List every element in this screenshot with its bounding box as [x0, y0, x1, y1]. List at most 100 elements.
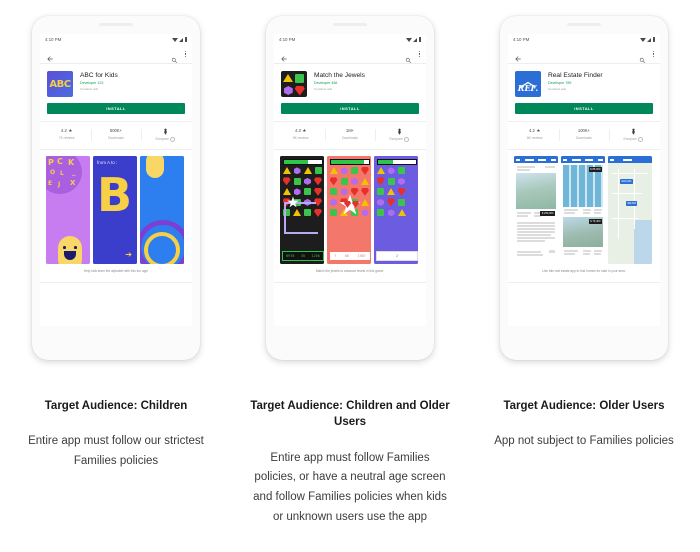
back-arrow-icon[interactable]	[514, 50, 522, 62]
stat-downloads: 100K+ Downloads	[559, 128, 608, 142]
screenshot-2[interactable]: from A to : B ➔	[93, 156, 137, 265]
back-arrow-icon[interactable]	[280, 50, 288, 62]
install-area: INSTALL	[274, 101, 426, 122]
screenshot-1[interactable]: P C K O L _ E J X	[46, 156, 90, 265]
install-button[interactable]: INSTALL	[281, 103, 419, 114]
search-icon[interactable]	[171, 51, 178, 63]
column-children-and-older: 4:10 PM Match the Jewels Developer 456 C…	[234, 0, 466, 552]
moves-value: 66	[344, 254, 349, 259]
stat-rating-content: Everyone	[140, 128, 190, 143]
stat-rating-label: 9K reviews	[292, 136, 309, 141]
caption-title-children-and-older: Target Audience: Children and Older User…	[250, 400, 450, 429]
stat-content-rating-label: Everyone	[389, 137, 403, 142]
phone-screen: 4:10 PM	[40, 34, 192, 326]
battery-icon	[418, 37, 421, 42]
stat-rating-value-row: 4.2 ★	[510, 128, 559, 135]
overflow-menu-icon[interactable]	[418, 51, 420, 57]
stat-rating: 4.2 ★ 8K reviews	[510, 128, 559, 142]
real-estate-icon-text: REF.	[517, 83, 539, 93]
stat-content-rating-row: Everyone	[609, 137, 658, 143]
screenshot-3[interactable]: $120,000 $99,500	[608, 156, 652, 265]
map-toolbar	[608, 156, 652, 164]
stat-rating-value: 4.3	[295, 128, 301, 134]
screenshot-3[interactable]: 2	[374, 156, 418, 265]
app-stats: 4.2 ★ 8K reviews 100K+ Downloads Everyon…	[508, 122, 660, 151]
info-icon[interactable]	[403, 137, 410, 143]
wifi-icon	[171, 37, 178, 42]
status-icons	[405, 37, 421, 42]
caption-title-older-users: Target Audience: Older Users	[503, 400, 665, 412]
app-bar-actions	[639, 51, 654, 63]
app-title: ABC for Kids	[80, 72, 118, 79]
app-ads-note: Contains ads	[80, 87, 99, 92]
signal-icon	[179, 37, 183, 42]
map-pin-1[interactable]: $120,000	[620, 179, 633, 184]
info-icon[interactable]	[169, 137, 176, 143]
app-bar	[508, 45, 660, 64]
content-rating-icon	[609, 128, 658, 135]
app-meta: ABC for Kids Developer 123 Contains ads	[80, 71, 118, 97]
mascot-blob	[58, 236, 82, 265]
status-icons	[639, 37, 655, 42]
abc-icon-text: ABC	[49, 78, 71, 90]
column-children: 4:10 PM ABC ABC for Kids Developer 123 C…	[0, 0, 232, 552]
back-arrow-icon[interactable]	[46, 50, 54, 62]
screenshot-strip[interactable]: $ 250,000 $ 85,000 $ 76,400 $120,000 $99…	[508, 156, 660, 265]
score-bar: ? 66 1987	[329, 251, 371, 262]
wifi-icon	[639, 37, 646, 42]
status-time: 4:10 PM	[279, 37, 296, 42]
screenshot-2[interactable]: $ 85,000 $ 76,400	[561, 156, 605, 265]
stat-rating-label: 8K reviews	[526, 136, 543, 141]
app-bar-actions	[405, 51, 420, 63]
screenshot-3[interactable]	[140, 156, 184, 265]
info-icon[interactable]	[637, 137, 644, 143]
stat-downloads-label: Downloads	[342, 136, 358, 141]
screenshot-1[interactable]: $ 250,000	[514, 156, 558, 265]
listing-price-2: $ 76,400	[588, 219, 602, 224]
app-bar-actions	[171, 51, 186, 63]
stat-rating-value: 4.2	[529, 128, 535, 134]
stat-downloads-value: 500K+	[109, 128, 123, 134]
points-value: 1987	[357, 254, 366, 259]
install-button[interactable]: INSTALL	[515, 103, 653, 114]
app-developer[interactable]: Developer 789	[548, 81, 603, 86]
families-policy-diagram: 4:10 PM ABC ABC for Kids Developer 123 C…	[0, 0, 700, 552]
stat-content-rating-label: Everyone	[623, 137, 637, 142]
screenshot-strip[interactable]: 6978 35 1256 ? 66 1987 2	[274, 156, 426, 265]
screenshot-2[interactable]: ? 66 1987	[327, 156, 371, 265]
content-rating-icon	[375, 128, 424, 135]
app-meta: Real Estate Finder Developer 789 Contain…	[548, 71, 603, 97]
next-arrow-icon[interactable]: ➔	[125, 250, 132, 259]
overflow-menu-icon[interactable]	[652, 51, 654, 57]
app-bar	[40, 45, 192, 64]
phone-mockup-jewels: 4:10 PM Match the Jewels Developer 456 C…	[260, 16, 440, 368]
phone-speaker	[99, 23, 133, 26]
app-bar	[274, 45, 426, 64]
battery-icon	[184, 37, 187, 42]
overflow-menu-icon[interactable]	[184, 51, 186, 57]
abc-app-icon: ABC	[47, 71, 73, 97]
install-button[interactable]: INSTALL	[47, 103, 185, 114]
app-meta: Match the Jewels Developer 456 Contains …	[314, 71, 365, 97]
moves-value: 35	[300, 254, 306, 259]
map-view[interactable]: $120,000 $99,500	[608, 163, 652, 265]
search-icon[interactable]	[639, 51, 646, 63]
real-estate-app-icon: REF.	[515, 71, 541, 97]
phone-screen: 4:10 PM	[274, 34, 426, 326]
points-value: 2	[395, 254, 399, 259]
from-a-to-label: from A to :	[97, 160, 118, 166]
map-pin-2[interactable]: $99,500	[626, 201, 638, 206]
screenshot-caption: Help kids learn the alphabet with this f…	[40, 264, 192, 284]
app-developer[interactable]: Developer 456	[314, 81, 365, 86]
app-header: REF. Real Estate Finder Developer 789 Co…	[508, 64, 660, 101]
caption-body-children-and-older: Entire app must follow Families policies…	[253, 451, 447, 523]
progress-bar	[330, 159, 370, 166]
screenshot-1[interactable]: 6978 35 1256	[280, 156, 324, 265]
stat-downloads-value: 1M+	[345, 128, 355, 134]
screenshot-strip[interactable]: P C K O L _ E J X from A to: B ➔	[40, 156, 192, 265]
big-letter: B	[97, 168, 133, 223]
phone-frame: 4:10 PM	[266, 16, 434, 360]
status-icons	[171, 37, 187, 42]
app-developer[interactable]: Developer 123	[80, 81, 118, 86]
search-icon[interactable]	[405, 51, 412, 63]
